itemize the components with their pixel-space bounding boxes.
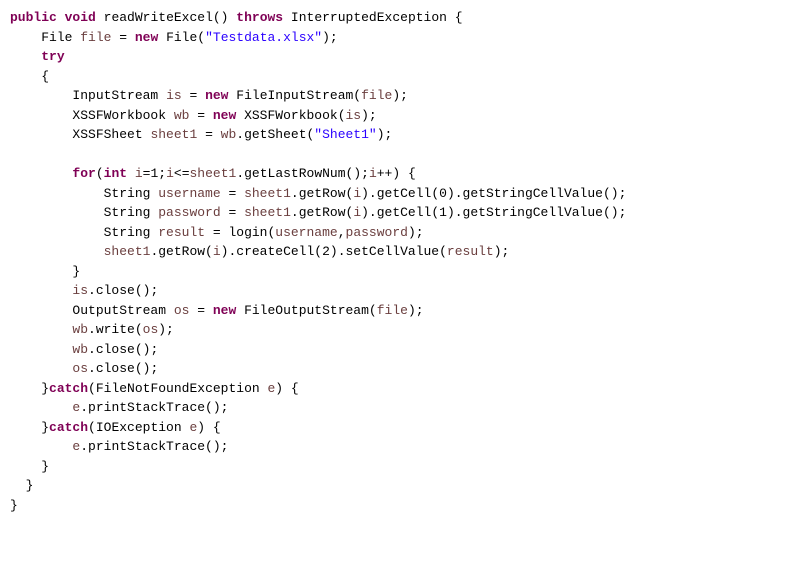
code-line: os.close(); [10, 361, 158, 376]
code-line: } [10, 459, 49, 474]
code-line: File file = new File("Testdata.xlsx"); [10, 30, 338, 45]
code-line: is.close(); [10, 283, 158, 298]
code-block: public void readWriteExcel() throws Inte… [0, 0, 806, 523]
code-line: String password = sheet1.getRow(i).getCe… [10, 205, 626, 220]
code-line: String result = login(username,password)… [10, 225, 424, 240]
code-line: wb.close(); [10, 342, 158, 357]
code-line: sheet1.getRow(i).createCell(2).setCellVa… [10, 244, 509, 259]
code-line: } [10, 478, 33, 493]
code-line: InputStream is = new FileInputStream(fil… [10, 88, 408, 103]
code-line: for(int i=1;i<=sheet1.getLastRowNum();i+… [10, 166, 416, 181]
code-line: wb.write(os); [10, 322, 174, 337]
code-line: }catch(IOException e) { [10, 420, 221, 435]
code-line: e.printStackTrace(); [10, 439, 228, 454]
code-line: XSSFWorkbook wb = new XSSFWorkbook(is); [10, 108, 377, 123]
code-line: String username = sheet1.getRow(i).getCe… [10, 186, 626, 201]
code-line: } [10, 264, 80, 279]
code-line: OutputStream os = new FileOutputStream(f… [10, 303, 424, 318]
code-line: } [10, 498, 18, 513]
code-line: { [10, 69, 49, 84]
code-line: }catch(FileNotFoundException e) { [10, 381, 299, 396]
code-line: e.printStackTrace(); [10, 400, 228, 415]
code-line: public void readWriteExcel() throws Inte… [10, 10, 463, 25]
code-line: try [10, 49, 65, 64]
code-line: XSSFSheet sheet1 = wb.getSheet("Sheet1")… [10, 127, 392, 142]
